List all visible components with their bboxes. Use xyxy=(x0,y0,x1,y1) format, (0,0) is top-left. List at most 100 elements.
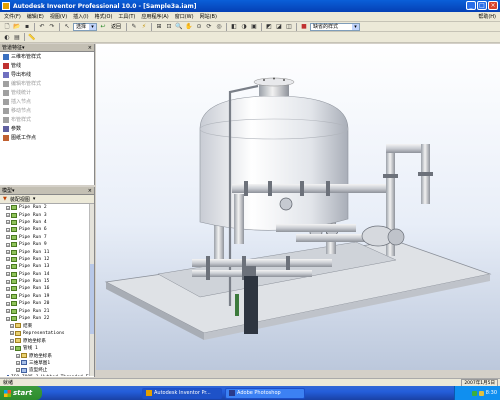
close-icon[interactable]: × xyxy=(88,188,92,194)
tree-node[interactable]: + 三维草图1 xyxy=(2,359,90,366)
panel-item[interactable]: 导出布线 xyxy=(0,70,94,79)
volume-icon[interactable] xyxy=(478,390,484,396)
tree-node[interactable]: + Pipe Run 12 xyxy=(2,256,90,263)
zoom-window-icon[interactable]: ⊡ xyxy=(165,23,173,31)
grip-icon[interactable]: ▤ xyxy=(13,33,21,41)
expand-icon[interactable]: + xyxy=(16,353,20,358)
panel-item[interactable]: 参数 xyxy=(0,124,94,133)
expand-icon[interactable]: + xyxy=(6,257,10,262)
shadow-icon[interactable]: ◑ xyxy=(240,23,248,31)
redo-icon[interactable]: ↷ xyxy=(48,23,56,31)
menu-tools[interactable]: 工具(T) xyxy=(118,13,135,20)
tree-node[interactable]: + 结束 xyxy=(2,322,90,329)
expand-icon[interactable]: + xyxy=(6,301,10,306)
expand-icon[interactable]: + xyxy=(10,346,14,351)
panel-item[interactable]: 插入节点 xyxy=(0,97,94,106)
panel-item[interactable]: 管线统计 xyxy=(0,88,94,97)
taskbar-item-inventor[interactable]: Autodesk Inventor Pr... xyxy=(142,387,222,399)
menu-help[interactable]: 帮助(H) xyxy=(478,13,496,20)
tree-node[interactable]: + Pipe Run 3 xyxy=(2,211,90,218)
expand-icon[interactable]: + xyxy=(6,309,10,314)
menu-applications[interactable]: 应用程序(A) xyxy=(141,13,168,20)
browser-header[interactable]: 模型 ▾ × xyxy=(0,187,94,195)
tree-node[interactable]: + 管线 1 xyxy=(2,344,90,351)
panel-item[interactable]: 三维布管样式 xyxy=(0,52,94,61)
look-at-icon[interactable]: ◎ xyxy=(215,23,223,31)
tree-node[interactable]: + Pipe Run 19 xyxy=(2,293,90,300)
expand-icon[interactable]: + xyxy=(6,294,10,299)
expand-icon[interactable]: + xyxy=(6,235,10,240)
select-mode-combo[interactable]: 选择 ▾ xyxy=(73,22,97,31)
filter-icon[interactable]: ▼ xyxy=(3,196,7,202)
save-icon[interactable]: ▪ xyxy=(23,23,31,31)
tree-node[interactable]: + Pipe Run 7 xyxy=(2,234,90,241)
menu-website[interactable]: 网站(B) xyxy=(200,13,217,20)
tree-node[interactable]: + Pipe Run 14 xyxy=(2,271,90,278)
panel-bar-header[interactable]: 管道特征 ▾ × xyxy=(0,44,94,52)
expand-icon[interactable]: + xyxy=(6,220,10,225)
tree-node[interactable]: + 造型终止 xyxy=(2,367,90,374)
tree-node[interactable]: + Pipe Run 21 xyxy=(2,307,90,314)
orbit-icon[interactable]: ⟳ xyxy=(205,23,213,31)
tree-node[interactable]: + 原始坐标系 xyxy=(2,337,90,344)
end-section-icon[interactable]: ◫ xyxy=(285,23,293,31)
tree-node[interactable]: + Pipe Run 11 xyxy=(2,248,90,255)
expand-icon[interactable]: + xyxy=(6,272,10,277)
select-arrow-icon[interactable]: ↖ xyxy=(63,23,71,31)
expand-icon[interactable]: + xyxy=(10,338,14,343)
panel-item[interactable]: 移动节点 xyxy=(0,106,94,115)
start-button[interactable]: start xyxy=(0,386,42,400)
measure-icon[interactable]: 📏 xyxy=(28,33,36,41)
maximize-button[interactable]: □ xyxy=(477,1,487,10)
camera-icon[interactable]: ▣ xyxy=(250,23,258,31)
expand-icon[interactable]: + xyxy=(6,250,10,255)
network-icon[interactable] xyxy=(471,390,477,396)
expand-icon[interactable]: + xyxy=(6,316,10,321)
return-icon[interactable]: ↩ xyxy=(99,23,107,31)
tree-node[interactable]: + Pipe Run 4 xyxy=(2,219,90,226)
menu-view[interactable]: 视图(V) xyxy=(50,13,67,20)
menu-edit[interactable]: 编辑(E) xyxy=(27,13,44,20)
zoom-icon[interactable]: 🔍 xyxy=(175,23,183,31)
expand-icon[interactable]: + xyxy=(6,205,10,210)
section-view-icon[interactable]: ◩ xyxy=(265,23,273,31)
tree-node[interactable]: + Pipe Run 22 xyxy=(2,315,90,322)
expand-icon[interactable]: + xyxy=(6,279,10,284)
visibility-icon[interactable]: ◐ xyxy=(3,33,11,41)
zoom-all-icon[interactable]: ⊞ xyxy=(155,23,163,31)
expand-icon[interactable]: + xyxy=(6,242,10,247)
tree-node[interactable]: + Pipe Run 13 xyxy=(2,263,90,270)
undo-icon[interactable]: ↶ xyxy=(38,23,46,31)
tree-node[interactable]: +ISO 7005-1 Hubbed Threaded Fla xyxy=(2,374,94,376)
shaded-display-icon[interactable]: ◧ xyxy=(230,23,238,31)
color-swatch-icon[interactable]: ■ xyxy=(300,23,308,31)
tree-node[interactable]: + Pipe Run 20 xyxy=(2,300,90,307)
update-icon[interactable]: ⚡ xyxy=(140,23,148,31)
tree-node[interactable]: + 原始坐标系 xyxy=(2,352,90,359)
graphics-window[interactable] xyxy=(96,44,500,370)
browser-view-selector[interactable]: 装配视图 xyxy=(10,196,30,203)
menu-file[interactable]: 文件(F) xyxy=(4,13,21,20)
taskbar-item-photoshop[interactable]: Adobe Photoshop xyxy=(225,387,305,399)
close-icon[interactable]: × xyxy=(88,45,92,51)
new-icon[interactable]: 🗋 xyxy=(3,23,11,31)
tree-node[interactable]: + Representations xyxy=(2,330,90,337)
tree-node[interactable]: + Pipe Run 16 xyxy=(2,285,90,292)
close-button[interactable]: × xyxy=(488,1,498,10)
expand-icon[interactable]: + xyxy=(16,368,20,373)
minimize-button[interactable]: _ xyxy=(466,1,476,10)
tree-node[interactable]: + Pipe Run 2 xyxy=(2,204,90,211)
menu-insert[interactable]: 插入(I) xyxy=(73,13,88,20)
expand-icon[interactable]: + xyxy=(10,323,14,328)
expand-icon[interactable]: + xyxy=(6,213,10,218)
expand-icon[interactable]: + xyxy=(6,286,10,291)
return-button[interactable]: 返回 xyxy=(109,23,123,30)
panel-item[interactable]: 管线 xyxy=(0,61,94,70)
expand-icon[interactable]: + xyxy=(10,331,14,336)
pan-icon[interactable]: ✋ xyxy=(185,23,193,31)
expand-icon[interactable]: + xyxy=(16,360,20,365)
panel-item[interactable]: 布管样式 xyxy=(0,115,94,124)
expand-icon[interactable]: + xyxy=(6,227,10,232)
menu-window[interactable]: 窗口(W) xyxy=(175,13,194,20)
open-icon[interactable]: 📂 xyxy=(13,23,21,31)
